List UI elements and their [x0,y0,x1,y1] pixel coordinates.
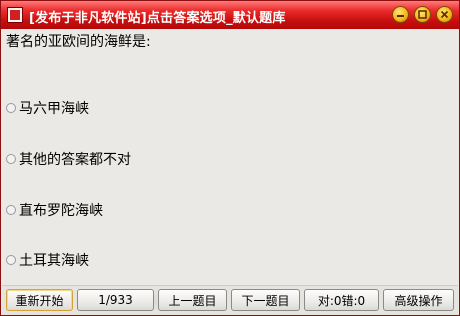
restart-button[interactable]: 重新开始 [6,289,73,311]
radio-button[interactable] [6,205,16,215]
radio-button[interactable] [6,103,16,113]
question-text: 著名的亚欧间的海鲜是: [6,34,151,50]
app-window: [发布于非凡软件站]点击答案选项_默认题库 著名的亚欧间的海鲜是: 马六甲海峡 … [0,0,460,316]
progress-button[interactable]: 1/933 [77,289,154,311]
answer-option-1[interactable]: 马六甲海峡 [6,99,89,117]
answer-label: 直布罗陀海峡 [19,203,103,219]
window-title: [发布于非凡软件站]点击答案选项_默认题库 [29,11,286,26]
score-button[interactable]: 对:0错:0 [304,289,379,311]
quiz-panel: 著名的亚欧间的海鲜是: 马六甲海峡 其他的答案都不对 直布罗陀海峡 土耳其海峡 [2,29,458,285]
previous-question-button[interactable]: 上一题目 [158,289,227,311]
minimize-button[interactable] [392,6,409,23]
maximize-icon [418,10,427,19]
answer-label: 其他的答案都不对 [19,152,131,168]
close-button[interactable] [436,6,453,23]
app-icon [7,7,23,23]
answer-option-2[interactable]: 其他的答案都不对 [6,150,131,168]
advanced-actions-button[interactable]: 高级操作 [383,289,454,311]
title-bar[interactable]: [发布于非凡软件站]点击答案选项_默认题库 [1,1,459,29]
answer-label: 马六甲海峡 [19,101,89,117]
close-icon [440,10,449,19]
minimize-icon [397,15,404,17]
answer-label: 土耳其海峡 [19,253,89,269]
next-question-button[interactable]: 下一题目 [231,289,300,311]
maximize-button[interactable] [414,6,431,23]
answer-option-3[interactable]: 直布罗陀海峡 [6,201,103,219]
radio-button[interactable] [6,154,16,164]
bottom-toolbar: 重新开始 1/933 上一题目 下一题目 对:0错:0 高级操作 [2,285,458,315]
answer-option-4[interactable]: 土耳其海峡 [6,251,89,269]
radio-button[interactable] [6,255,16,265]
